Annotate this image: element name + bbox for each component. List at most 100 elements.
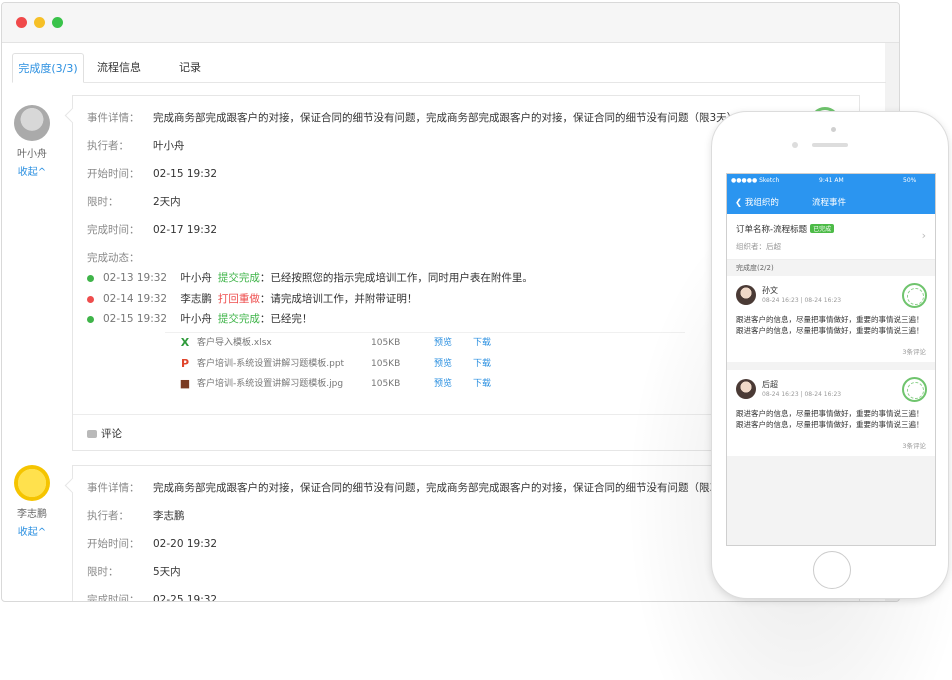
limit-value: 5天内: [153, 566, 181, 578]
feed-user: 叶小舟: [180, 272, 212, 284]
limit-label: 限时：: [87, 566, 119, 578]
item-name: 孙文: [762, 286, 778, 295]
file-name: 客户培训-系统设置讲解习题模板.jpg: [197, 379, 344, 389]
nav-title: 流程事件: [812, 198, 847, 208]
feed-action: 提交完成: [217, 313, 260, 325]
download-link[interactable]: 下载: [473, 354, 491, 375]
avatar: [736, 379, 756, 399]
executor-label: 执行者：: [87, 510, 129, 522]
detail-label: 事件详情：: [87, 112, 140, 124]
status-dot: [87, 275, 94, 282]
status-dot: [87, 295, 94, 303]
feed-time: 02-15 19:32: [103, 313, 168, 325]
file-size: 105KB: [371, 358, 401, 369]
chevron-right-icon: ›: [921, 229, 926, 242]
title-bar: [2, 3, 899, 43]
feed-item: 02-14 19:32 李志鹏 打回重做：请完成培训工作，并附带证明！: [87, 289, 687, 310]
carrier: ●●●●● Sketch: [731, 177, 780, 184]
preview-link[interactable]: 预览: [434, 374, 452, 395]
ppt-icon: P: [180, 356, 190, 370]
item-text: 跟进客户的信息，尽量把事情做好，重要的事情说三遍！跟进客户的信息，尽量把事情做好…: [736, 409, 924, 429]
feed-user: 李志鹏: [180, 292, 212, 305]
attachment-row: X 客户导入模板.xlsx 105KB 预览 下载: [165, 333, 685, 354]
feed-action: 提交完成: [217, 272, 260, 284]
maximize-window-button[interactable]: [52, 17, 63, 28]
clock: 9:41 AM: [819, 177, 844, 184]
item-text: 跟进客户的信息，尽量把事情做好，重要的事情说三遍！跟进客户的信息，尽量把事情做好…: [736, 315, 924, 335]
excel-icon: X: [180, 336, 190, 349]
image-icon: ■: [179, 377, 191, 390]
finish-value: 02-25 19:32: [153, 594, 218, 602]
comment-icon: [87, 430, 97, 438]
limit-label: 限时：: [87, 196, 119, 208]
order-title-text: 订单名称-流程标题: [736, 225, 808, 235]
avatar: [14, 105, 50, 141]
activity-feed: 02-13 19:32 叶小舟 提交完成：已经按照您的指示完成培训工作，同时用户表…: [87, 268, 687, 330]
status-badge: 已完成: [810, 224, 835, 233]
file-size: 105KB: [371, 338, 401, 348]
feed-text: ：请完成培训工作，并附带证明！: [259, 292, 418, 305]
minimize-window-button[interactable]: [34, 17, 45, 28]
feed-time: 02-13 19:32: [103, 272, 168, 284]
feed-user: 叶小舟: [180, 313, 212, 325]
feed-text: ：已经完！: [259, 313, 313, 325]
card2-user: 李志鹏 收起^: [12, 465, 52, 538]
preview-link[interactable]: 预览: [434, 354, 452, 375]
list-item[interactable]: 孙文 08-24 16:23 | 08-24 16:23 跟进客户的信息，尽量把…: [727, 276, 935, 362]
back-button[interactable]: ❮ 我组织的: [735, 196, 779, 208]
avatar: [14, 465, 50, 501]
feed-text: ：已经按照您的指示完成培训工作，同时用户表在附件里。: [259, 272, 533, 284]
executor-label: 执行者：: [87, 140, 129, 152]
attachment-list: X 客户导入模板.xlsx 105KB 预览 下载 P 客户培训-系统设置讲解习…: [165, 332, 685, 395]
detail-label: 事件详情：: [87, 482, 140, 494]
comment-count[interactable]: 3条评论: [902, 346, 926, 356]
close-window-button[interactable]: [16, 17, 27, 28]
feed-time: 02-14 19:32: [103, 292, 168, 305]
start-value: 02-15 19:32: [153, 168, 218, 180]
user-name: 李志鹏: [17, 509, 47, 520]
item-time: 08-24 16:23 | 08-24 16:23: [762, 391, 842, 398]
download-link[interactable]: 下载: [473, 374, 491, 395]
phone-screen: ●●●●● Sketch 9:41 AM 50% ❮ 我组织的 流程事件 订单名…: [726, 173, 936, 546]
file-name: 客户导入模板.xlsx: [197, 338, 272, 348]
camera: [831, 127, 836, 132]
completed-stamp: [902, 377, 927, 402]
home-button[interactable]: [813, 551, 851, 589]
tab-records[interactable]: 记录: [178, 53, 202, 83]
speaker: [812, 143, 848, 147]
comment-button[interactable]: 评论: [87, 426, 122, 441]
tab-flow-info[interactable]: 流程信息: [94, 53, 144, 83]
user-name: 叶小舟: [17, 149, 47, 160]
finish-label: 完成时间：: [87, 224, 140, 236]
start-label: 开始时间：: [87, 538, 140, 550]
executor-value: 叶小舟: [153, 140, 185, 152]
status-dot: [87, 316, 94, 323]
battery: 50%: [903, 177, 917, 184]
file-name: 客户培训-系统设置讲解习题模板.ppt: [197, 358, 345, 369]
order-header[interactable]: 订单名称-流程标题 已完成 组织者：后超 ›: [727, 214, 935, 260]
preview-link[interactable]: 预览: [434, 333, 452, 354]
collapse-link[interactable]: 收起^: [12, 523, 52, 538]
feed-action: 打回重做: [217, 292, 260, 305]
start-label: 开始时间：: [87, 168, 140, 180]
detail-value: 完成商务部完成跟客户的对接，保证合同的细节没有问题，完成商务部完成跟客户的对接，…: [153, 112, 738, 124]
progress-label: 完成度(2/2): [736, 264, 774, 272]
start-value: 02-20 19:32: [153, 538, 218, 550]
finish-label: 完成时间：: [87, 594, 140, 602]
list-item[interactable]: 后超 08-24 16:23 | 08-24 16:23 跟进客户的信息，尽量把…: [727, 370, 935, 456]
collapse-link[interactable]: 收起^: [12, 163, 52, 178]
download-link[interactable]: 下载: [473, 333, 491, 354]
order-title: 订单名称-流程标题 已完成: [736, 223, 835, 235]
item-time: 08-24 16:23 | 08-24 16:23: [762, 297, 842, 304]
file-size: 105KB: [371, 379, 401, 389]
attachment-row: P 客户培训-系统设置讲解习题模板.ppt 105KB 预览 下载: [165, 354, 685, 375]
item-name: 后超: [762, 380, 778, 389]
tab-progress[interactable]: 完成度(3/3): [12, 53, 84, 83]
finish-value: 02-17 19:32: [153, 224, 218, 236]
comment-count[interactable]: 3条评论: [902, 440, 926, 450]
tab-bar: 完成度(3/3) 流程信息 记录: [12, 53, 886, 83]
executor-value: 李志鹏: [153, 510, 185, 522]
attachment-row: ■ 客户培训-系统设置讲解习题模板.jpg 105KB 预览 下载: [165, 374, 685, 395]
sensor: [792, 142, 798, 148]
nav-bar: ❮ 我组织的 流程事件: [727, 188, 935, 214]
